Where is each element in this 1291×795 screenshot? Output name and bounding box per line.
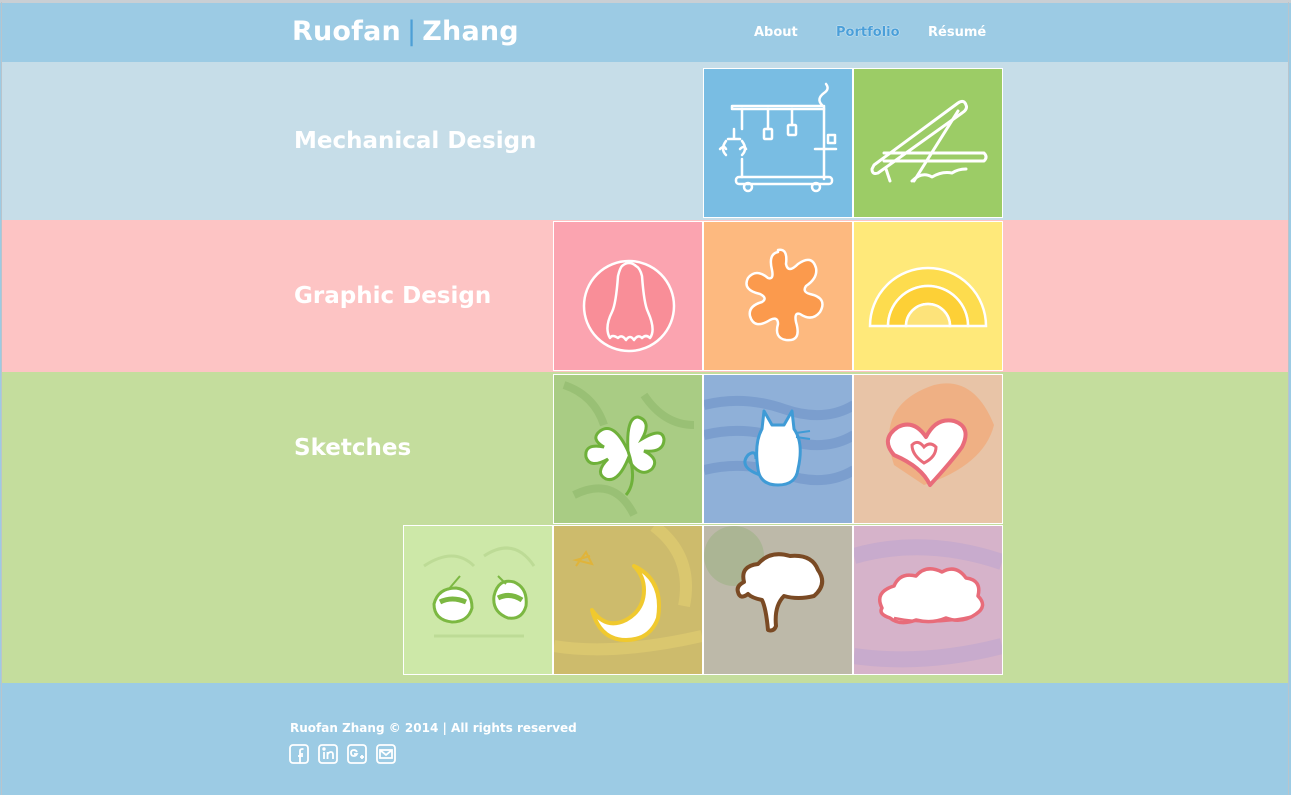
- tile-clover[interactable]: [553, 374, 703, 524]
- tile-tree[interactable]: [703, 525, 853, 675]
- section-title-mechanical: Mechanical Design: [294, 128, 537, 154]
- email-icon[interactable]: [376, 744, 396, 764]
- tile-cloud[interactable]: [853, 525, 1003, 675]
- site-logo[interactable]: Ruofan | Zhang: [292, 16, 519, 47]
- gantry-robot-icon: [718, 82, 838, 193]
- cat-icon: [704, 375, 852, 523]
- tile-splash[interactable]: [703, 221, 853, 371]
- nav-about[interactable]: About: [754, 25, 798, 40]
- tile-cat[interactable]: [703, 374, 853, 524]
- moon-icon: [554, 526, 702, 674]
- nav-resume[interactable]: Résumé: [928, 25, 986, 40]
- section-title-graphic: Graphic Design: [294, 283, 492, 309]
- tile-bell[interactable]: [553, 221, 703, 371]
- tree-icon: [704, 526, 852, 674]
- logo-last-name: Zhang: [422, 16, 519, 47]
- mechanical-design-section: Mechanical Design: [1, 62, 1289, 220]
- cloud-icon: [854, 526, 1002, 674]
- logo-separator: |: [406, 16, 417, 47]
- tile-rainbow[interactable]: [853, 221, 1003, 371]
- nav-portfolio[interactable]: Portfolio: [836, 25, 900, 40]
- tile-eyes[interactable]: [403, 525, 553, 675]
- clover-icon: [554, 375, 702, 523]
- tile-heart[interactable]: [853, 374, 1003, 524]
- facebook-icon[interactable]: [289, 744, 309, 764]
- tile-moon[interactable]: [553, 525, 703, 675]
- logo-first-name: Ruofan: [292, 16, 401, 47]
- tile-gantry-robot[interactable]: [703, 68, 853, 218]
- linkedin-icon[interactable]: [318, 744, 338, 764]
- google-plus-icon[interactable]: [347, 744, 367, 764]
- heart-icon: [854, 375, 1002, 523]
- splash-icon: [745, 248, 824, 342]
- bell-icon: [582, 259, 676, 353]
- site-footer: Ruofan Zhang © 2014 | All rights reserve…: [1, 683, 1289, 795]
- tile-lever[interactable]: [853, 68, 1003, 218]
- lever-icon: [870, 99, 988, 183]
- copyright-text: Ruofan Zhang © 2014 | All rights reserve…: [290, 721, 577, 735]
- eyes-icon: [404, 526, 552, 674]
- section-title-sketches: Sketches: [294, 435, 412, 461]
- site-header: Ruofan | Zhang About Portfolio Résumé: [1, 3, 1289, 62]
- rainbow-icon: [868, 266, 988, 328]
